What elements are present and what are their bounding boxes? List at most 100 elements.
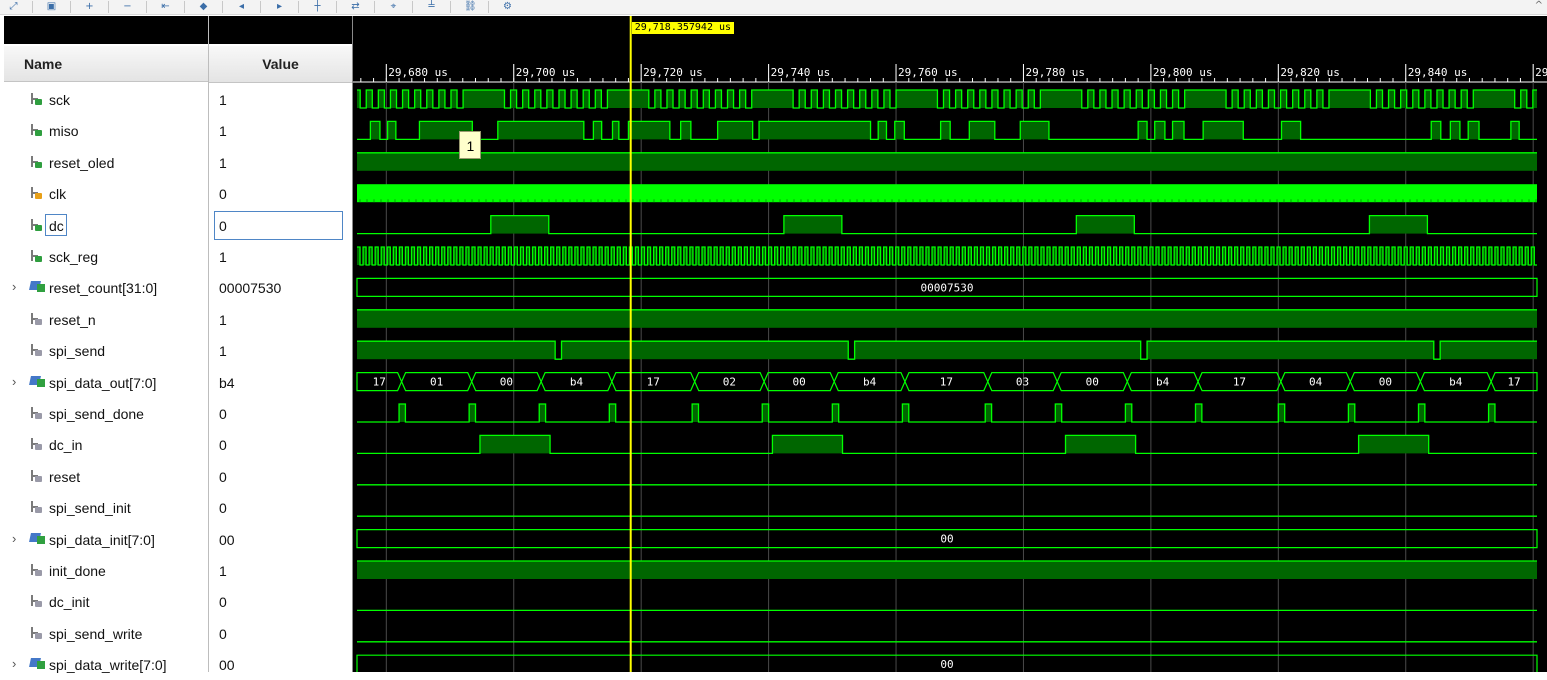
marker-icon[interactable]: ◆ [198, 1, 209, 12]
waveform-high-fill [1004, 90, 1011, 108]
signal-value-row[interactable]: 00007530 [209, 272, 352, 303]
waveform-high-fill [692, 404, 699, 422]
add-marker-icon[interactable]: ┼ [312, 1, 323, 12]
waveform-high-fill [1160, 90, 1167, 108]
expand-chevron-icon[interactable]: › [12, 531, 16, 546]
signal-value-row[interactable]: 0 [209, 210, 352, 241]
waveform-high-fill [1348, 404, 1355, 422]
signal-value-row[interactable]: 1 [209, 84, 352, 115]
expand-chevron-icon[interactable]: › [12, 374, 16, 389]
signal-value-row[interactable]: 0 [209, 461, 352, 492]
waveform-high-fill [469, 404, 476, 422]
signal-row[interactable]: spi_send_done [4, 398, 208, 429]
signal-row[interactable]: spi_send_write [4, 618, 208, 649]
waveform-svg[interactable]: 29,680 us 29,700 us 29,720 us 29,740 us 29,7… [353, 16, 1547, 672]
waveform-high-fill [497, 121, 584, 140]
signal-row[interactable]: reset_n [4, 304, 208, 335]
signal-row[interactable]: dc_in [4, 429, 208, 460]
signal-value-row[interactable]: 0 [209, 178, 352, 209]
signal-row[interactable]: dc_init [4, 586, 208, 617]
bus-segment-value: 03 [1016, 376, 1029, 389]
signal-value-row[interactable]: 1 [209, 304, 352, 335]
waveform-high-fill [883, 90, 890, 108]
waveform-high-fill [772, 435, 843, 454]
signal-value-row[interactable]: 1 [209, 147, 352, 178]
next-edge-icon[interactable]: ▸ [274, 1, 285, 12]
signal-value-row[interactable]: 1 [209, 555, 352, 586]
waveform-high-fill [390, 90, 397, 108]
signal-row[interactable]: › spi_data_write[7:0] [4, 649, 208, 680]
signal-row[interactable]: reset [4, 461, 208, 492]
signal-row[interactable]: dc [4, 210, 208, 241]
signal-value-row[interactable]: 0 [209, 429, 352, 460]
signal-row[interactable]: miso [4, 115, 208, 146]
signal-row[interactable]: clk [4, 178, 208, 209]
waveform-canvas[interactable]: 29,680 us 29,700 us 29,720 us 29,740 us 29,7… [353, 16, 1547, 672]
waveform-high-fill [759, 121, 871, 140]
waveform-high-fill [1278, 404, 1285, 422]
signal-name: miso [49, 123, 79, 140]
bit-signal-icon [30, 92, 44, 106]
signal-value: 1 [219, 92, 227, 108]
prev-edge-icon[interactable]: ◂ [236, 1, 247, 12]
waveform-high-fill [561, 341, 849, 360]
collapse-toolbar-icon[interactable]: ^ [1535, 0, 1543, 11]
signal-row[interactable]: spi_send [4, 335, 208, 366]
save-icon[interactable]: ▣ [46, 1, 57, 12]
signal-value-row[interactable]: 0 [209, 586, 352, 617]
bus-segment-value: b4 [863, 376, 877, 389]
snap-icon[interactable]: ⌖ [388, 1, 399, 12]
signal-row[interactable]: spi_send_init [4, 492, 208, 523]
signal-row[interactable]: › reset_count[31:0] [4, 272, 208, 303]
expand-chevron-icon[interactable]: › [12, 656, 16, 671]
signal-row[interactable]: › spi_data_out[7:0] [4, 367, 208, 398]
timeline-tick-label: 29,780 us [1025, 66, 1085, 79]
signal-value: 1 [219, 154, 227, 171]
waveform-high-fill [1172, 121, 1185, 140]
waveform-spi-send-done[interactable] [357, 403, 1537, 423]
swap-cursor-icon[interactable]: ⇄ [350, 1, 361, 12]
bit-signal-icon [30, 594, 44, 608]
waveform-high-fill [1400, 90, 1407, 108]
waveform-high-fill [739, 90, 746, 108]
cursor-time-label[interactable]: 29,718.357942 us [631, 22, 735, 34]
waveform-high-fill [607, 90, 649, 108]
signal-row[interactable]: init_done [4, 555, 208, 586]
signal-row[interactable]: › spi_data_init[7:0] [4, 524, 208, 555]
value-column-header[interactable]: Value [209, 46, 352, 83]
signal-row[interactable]: sck_reg [4, 241, 208, 272]
waveform-high-fill [571, 90, 578, 108]
marker-label[interactable]: 1 [459, 130, 482, 159]
bus-segment-value: 00 [1379, 376, 1392, 389]
signal-value-row[interactable]: 00 [209, 649, 352, 680]
signal-row[interactable]: sck [4, 84, 208, 115]
link-icon[interactable]: ⛓ [464, 1, 477, 12]
zoom-in-icon[interactable]: + [84, 1, 95, 12]
name-column-header[interactable]: Name [4, 46, 208, 82]
waveform-high-fill [799, 90, 806, 108]
signal-value-row[interactable]: 1 [209, 115, 352, 146]
waveform-high-fill [1055, 404, 1062, 422]
waveform-clk[interactable] [357, 184, 1537, 203]
float-ruler-icon[interactable]: ╧ [426, 1, 437, 12]
waveform-high-fill [896, 90, 938, 108]
expand-chevron-icon[interactable]: › [12, 279, 16, 294]
waveform-high-fill [479, 435, 551, 454]
zoom-out-icon[interactable]: − [122, 1, 133, 12]
waveform-high-fill [1087, 90, 1094, 108]
signal-value-row[interactable]: 0 [209, 618, 352, 649]
signal-value: 0 [219, 625, 227, 642]
signal-value-row[interactable]: 00 [209, 524, 352, 555]
signal-value-row[interactable]: 0 [209, 492, 352, 523]
settings-icon[interactable]: ⚙ [502, 1, 513, 12]
go-to-cursor-icon[interactable]: ⇤ [160, 1, 171, 12]
signal-name: spi_data_out[7:0] [49, 374, 157, 391]
waveform-high-fill [823, 90, 830, 108]
signal-value-row[interactable]: 1 [209, 335, 352, 366]
signal-value-row[interactable]: 0 [209, 398, 352, 429]
signal-row[interactable]: reset_oled [4, 147, 208, 178]
waveform-high-fill [1412, 90, 1419, 108]
zoom-fit-icon[interactable]: ⤢ [8, 1, 19, 12]
signal-value-row[interactable]: b4 [209, 367, 352, 398]
signal-value-row[interactable]: 1 [209, 241, 352, 272]
